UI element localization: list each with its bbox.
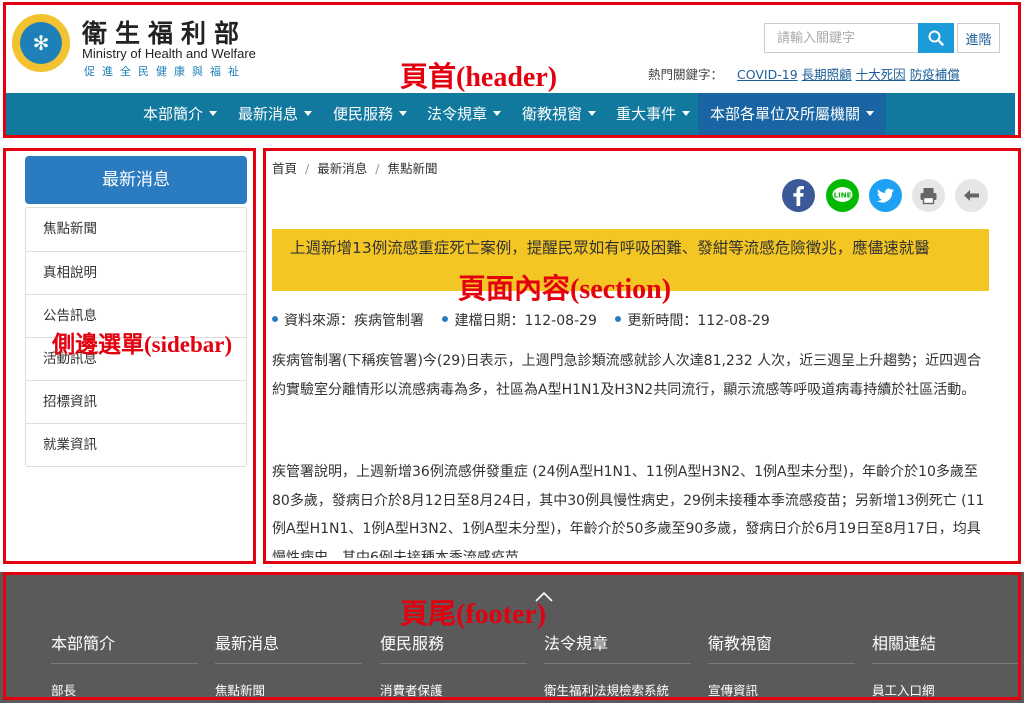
article-paragraph: 疾管署說明，上週新增36例流感併發重症 (24例A型H1N1、11例A型H3N2…	[272, 464, 985, 558]
footer-column-title[interactable]: 相關連結	[872, 630, 1019, 664]
meta-source: 資料來源：疾病管制署	[284, 313, 424, 329]
line-icon[interactable]: LINE	[826, 179, 859, 212]
article-paragraph: 疾病管制署(下稱疾管署)今(29)日表示，上週門急診類流感就診人次達81,232…	[272, 353, 982, 398]
search-button[interactable]	[918, 23, 954, 53]
footer-column: 本部簡介 部長	[51, 630, 198, 699]
footer-column-title[interactable]: 本部簡介	[51, 630, 198, 664]
section-annotation-label: 頁面內容(section)	[458, 274, 672, 305]
caret-down-icon	[304, 111, 313, 116]
brand-name-en: Ministry of Health and Welfare	[82, 46, 256, 61]
sidebar-item-tenders[interactable]: 招標資訊	[26, 380, 246, 423]
sidebar-item-focus-news[interactable]: 焦點新聞	[26, 208, 246, 251]
footer-column-title[interactable]: 最新消息	[215, 630, 362, 664]
sidebar-item-jobs[interactable]: 就業資訊	[26, 423, 246, 466]
footer-column: 法令規章 衛生福利法規檢索系統	[544, 630, 691, 699]
footer-link[interactable]: 宣傳資訊	[708, 680, 855, 699]
search-input[interactable]	[764, 23, 918, 53]
sidebar-item-clarifications[interactable]: 真相說明	[26, 251, 246, 294]
hot-keyword-link[interactable]: 十大死因	[856, 67, 906, 82]
nav-item-about[interactable]: 本部簡介	[131, 93, 229, 135]
hot-keyword-link[interactable]: COVID-19	[737, 67, 798, 82]
caret-down-icon	[493, 111, 502, 116]
footer-column: 相關連結 員工入口網	[872, 630, 1019, 699]
print-icon[interactable]	[912, 179, 945, 212]
header-annotation-label: 頁首(header)	[400, 62, 558, 93]
footer-link[interactable]: 部長	[51, 680, 198, 699]
nav-item-health-education[interactable]: 衛教視窗	[510, 93, 608, 135]
search-icon	[928, 30, 944, 46]
caret-down-icon	[588, 111, 597, 116]
footer-link[interactable]: 衛生福利法規檢索系統	[544, 680, 691, 699]
caret-down-icon	[866, 111, 875, 116]
footer-column-title[interactable]: 法令規章	[544, 630, 691, 664]
footer-column-title[interactable]: 便民服務	[380, 630, 527, 664]
breadcrumb: 首頁 / 最新消息 / 焦點新聞	[272, 161, 438, 176]
back-icon[interactable]	[955, 179, 988, 212]
breadcrumb-news[interactable]: 最新消息	[317, 161, 367, 176]
caret-down-icon	[682, 111, 691, 116]
footer-column: 便民服務 消費者保護	[380, 630, 527, 699]
main-nav: 本部簡介 最新消息 便民服務 法令規章 衛教視窗 重大事件 本部各單位及所屬機關	[3, 93, 1015, 135]
twitter-icon[interactable]	[869, 179, 902, 212]
hot-keyword-link[interactable]: 防疫補償	[910, 67, 960, 82]
ministry-seal-icon[interactable]: ✻	[12, 14, 70, 72]
hot-keyword-link[interactable]: 長期照顧	[802, 67, 852, 82]
nav-item-regulations[interactable]: 法令規章	[415, 93, 513, 135]
meta-updated-date: 更新時間：112-08-29	[627, 313, 770, 329]
breadcrumb-home[interactable]: 首頁	[272, 161, 297, 176]
hot-keywords: 熱門關鍵字： COVID-19 長期照顧 十大死因 防疫補償	[648, 64, 960, 83]
footer-link[interactable]: 消費者保護	[380, 680, 527, 699]
svg-text:LINE: LINE	[834, 192, 852, 200]
brand-slogan: 促進全民健康與福祉	[84, 65, 246, 78]
footer-column: 衛教視窗 宣傳資訊	[708, 630, 855, 699]
footer-column-title[interactable]: 衛教視窗	[708, 630, 855, 664]
facebook-icon[interactable]	[782, 179, 815, 212]
footer-column: 最新消息 焦點新聞	[215, 630, 362, 699]
meta-created-date: 建檔日期：112-08-29	[454, 313, 597, 329]
brand-name-zh[interactable]: 衛生福利部	[82, 14, 247, 50]
nav-item-major-events[interactable]: 重大事件	[604, 93, 702, 135]
footer-annotation-label: 頁尾(footer)	[400, 599, 547, 630]
footer-link[interactable]: 員工入口網	[872, 680, 1019, 699]
footer-link[interactable]: 焦點新聞	[215, 680, 362, 699]
nav-item-services[interactable]: 便民服務	[321, 93, 419, 135]
sidebar-annotation-label: 側邊選單(sidebar)	[52, 332, 233, 357]
article-meta: 資料來源：疾病管制署 建檔日期：112-08-29 更新時間：112-08-29	[272, 310, 784, 330]
advanced-search-button[interactable]: 進階	[957, 23, 1000, 53]
caret-down-icon	[399, 111, 408, 116]
hot-keywords-label: 熱門關鍵字：	[648, 67, 724, 82]
caret-down-icon	[209, 111, 218, 116]
nav-item-news[interactable]: 最新消息	[226, 93, 324, 135]
sidebar-title: 最新消息	[25, 156, 247, 204]
nav-item-agencies[interactable]: 本部各單位及所屬機關	[698, 93, 887, 135]
breadcrumb-current: 焦點新聞	[387, 161, 438, 176]
